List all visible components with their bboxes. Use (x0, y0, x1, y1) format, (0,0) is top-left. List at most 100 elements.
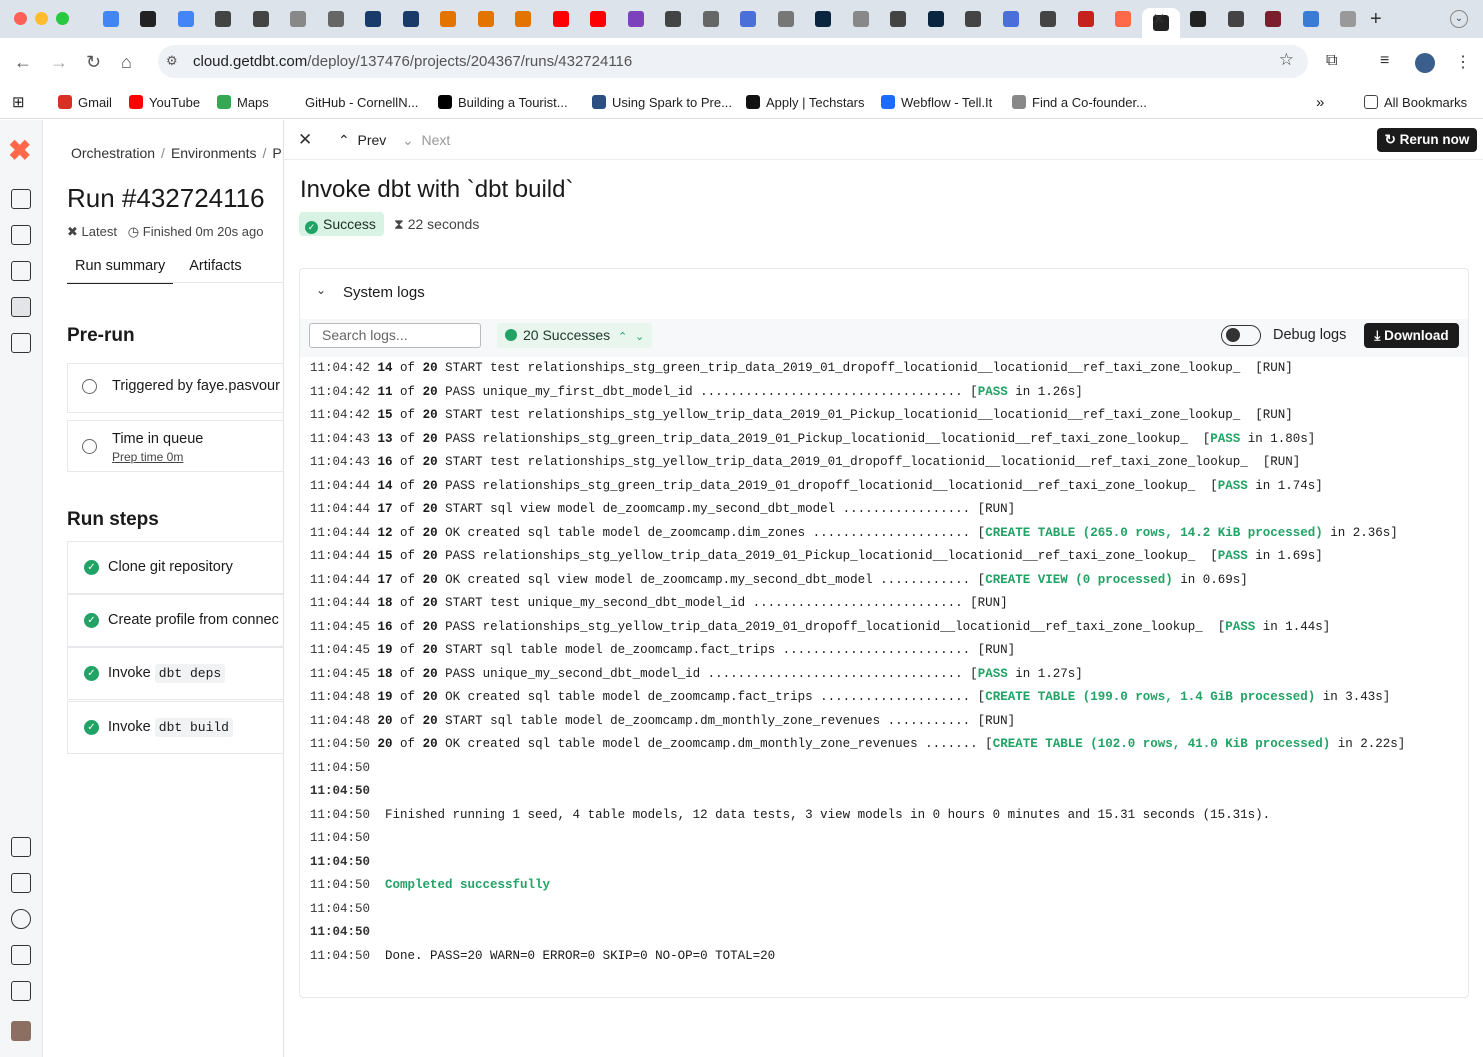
minimize-window-icon[interactable] (35, 12, 48, 25)
more-bookmarks-icon[interactable]: » (1316, 91, 1324, 113)
browser-tab[interactable] (92, 8, 130, 30)
debug-logs-toggle[interactable] (1221, 325, 1261, 346)
browser-tab[interactable] (1217, 8, 1255, 30)
home-icon[interactable]: ⌂ (121, 52, 132, 73)
browser-tab[interactable] (1180, 8, 1218, 30)
browser-tab[interactable] (692, 8, 730, 30)
run-meta: ✖ Latest ◷ Finished 0m 20s ago (67, 224, 263, 240)
browser-tab[interactable] (1330, 8, 1368, 30)
maximize-window-icon[interactable] (56, 12, 69, 25)
bookmark-item[interactable]: Gmail (58, 91, 112, 113)
docs-icon[interactable] (11, 333, 31, 353)
browser-tab[interactable] (917, 8, 955, 30)
deploy-icon[interactable] (11, 297, 31, 317)
close-icon[interactable]: ✕ (298, 130, 312, 150)
browser-tab[interactable] (542, 8, 580, 30)
breadcrumb-project[interactable]: P (272, 145, 281, 161)
browser-tab[interactable] (580, 8, 618, 30)
browser-tab[interactable] (842, 8, 880, 30)
tab-run-summary[interactable]: Run summary (67, 256, 174, 284)
browser-tab[interactable] (805, 8, 843, 30)
bookmark-item[interactable]: Using Spark to Pre... (592, 91, 732, 113)
successes-filter[interactable]: 20 Successes ⌃ ⌄ (497, 323, 653, 348)
browser-tab[interactable] (205, 8, 243, 30)
close-tab-icon[interactable]: ✕ (1149, 10, 1169, 30)
settings-icon[interactable] (11, 981, 31, 1001)
support-icon[interactable] (11, 909, 31, 929)
prev-button[interactable]: ⌃ Prev (338, 132, 386, 149)
bookmark-item[interactable]: GitHub - CornellN... (305, 91, 418, 113)
tab-artifacts[interactable]: Artifacts (181, 256, 249, 282)
browser-tab[interactable] (730, 8, 768, 30)
dbt-logo-icon[interactable]: ✖ (8, 134, 31, 167)
bookmark-star-icon[interactable]: ☆ (1279, 50, 1294, 70)
bookmark-item[interactable]: YouTube (129, 91, 200, 113)
browser-tab[interactable] (430, 8, 468, 30)
url-text[interactable]: cloud.getdbt.com/deploy/137476/projects/… (193, 53, 632, 70)
next-button[interactable]: ⌄ Next (402, 132, 450, 149)
media-control-icon[interactable]: ≡ (1380, 52, 1389, 70)
collapse-chevron-icon[interactable]: ⌄ (316, 283, 326, 297)
breadcrumb-environments[interactable]: Environments (171, 145, 257, 161)
apps-grid-icon[interactable]: ⊞ (12, 91, 25, 113)
browser-tab[interactable] (392, 8, 430, 30)
browser-tab[interactable] (880, 8, 918, 30)
clipboard-icon[interactable] (11, 873, 31, 893)
bookmark-item[interactable]: Find a Co-founder... (1012, 91, 1147, 113)
profile-avatar[interactable] (1415, 53, 1435, 73)
new-tab-icon[interactable]: + (1370, 8, 1382, 31)
bookmark-item[interactable]: Maps (217, 91, 269, 113)
browser-tab[interactable] (242, 8, 280, 30)
bookmark-item[interactable]: Building a Tourist... (438, 91, 568, 113)
terminal-icon[interactable] (11, 837, 31, 857)
step-clone[interactable]: ✓ Clone git repository (67, 541, 283, 594)
browser-tab[interactable] (617, 8, 655, 30)
browser-tab[interactable] (280, 8, 318, 30)
breadcrumb-orchestration[interactable]: Orchestration (71, 145, 155, 161)
browser-tab[interactable] (1292, 8, 1330, 30)
dashboard-icon[interactable] (11, 189, 31, 209)
code-icon[interactable] (11, 225, 31, 245)
browser-tab[interactable] (655, 8, 693, 30)
notes-icon[interactable] (11, 945, 31, 965)
logs-header[interactable]: ⌄ System logs (300, 269, 1468, 317)
step-profile[interactable]: ✓ Create profile from connec (67, 594, 283, 647)
chevron-down-icon[interactable]: ⌄ (635, 331, 644, 343)
prep-time-link[interactable]: Prep time 0m (112, 450, 183, 464)
user-avatar[interactable] (11, 1021, 31, 1041)
chevron-up-icon[interactable]: ⌃ (618, 331, 627, 343)
browser-tab[interactable] (467, 8, 505, 30)
browser-menu-icon[interactable]: ⋮ (1455, 52, 1471, 72)
catalog-icon[interactable] (11, 261, 31, 281)
bookmark-item[interactable]: Apply | Techstars (746, 91, 865, 113)
step-build[interactable]: ✓ Invoke dbt build (67, 701, 283, 754)
browser-tab[interactable] (505, 8, 543, 30)
close-window-icon[interactable] (14, 12, 27, 25)
browser-tab[interactable] (355, 8, 393, 30)
bookmark-item[interactable]: Webflow - Tell.It (881, 91, 992, 113)
browser-tab[interactable] (1067, 8, 1105, 30)
all-bookmarks[interactable]: All Bookmarks (1364, 91, 1467, 113)
browser-tab[interactable] (1255, 8, 1293, 30)
search-logs-input[interactable]: Search logs... (309, 323, 481, 348)
address-bar[interactable]: ⚙ cloud.getdbt.com/deploy/137476/project… (158, 45, 1308, 78)
tab-search-icon[interactable]: ⌄ (1450, 10, 1468, 28)
log-line: 11:04:50 Done. PASS=20 WARN=0 ERROR=0 SK… (310, 948, 776, 963)
extensions-icon[interactable]: ⧉ (1326, 52, 1337, 70)
step-deps[interactable]: ✓ Invoke dbt deps (67, 647, 283, 700)
browser-tab[interactable] (317, 8, 355, 30)
download-button[interactable]: ⤓ Download (1364, 323, 1459, 348)
browser-tab[interactable] (1105, 8, 1143, 30)
browser-tab[interactable] (1030, 8, 1068, 30)
rerun-button[interactable]: ↻ Rerun now (1377, 128, 1477, 152)
browser-tab[interactable] (130, 8, 168, 30)
browser-tab[interactable] (167, 8, 205, 30)
browser-tab[interactable] (955, 8, 993, 30)
reload-icon[interactable]: ↻ (86, 52, 101, 73)
browser-tab[interactable] (767, 8, 805, 30)
window-controls[interactable] (14, 12, 69, 25)
site-info-icon[interactable]: ⚙ (166, 53, 178, 69)
forward-icon[interactable]: → (50, 52, 68, 73)
back-icon[interactable]: ← (14, 52, 32, 73)
browser-tab[interactable] (992, 8, 1030, 30)
